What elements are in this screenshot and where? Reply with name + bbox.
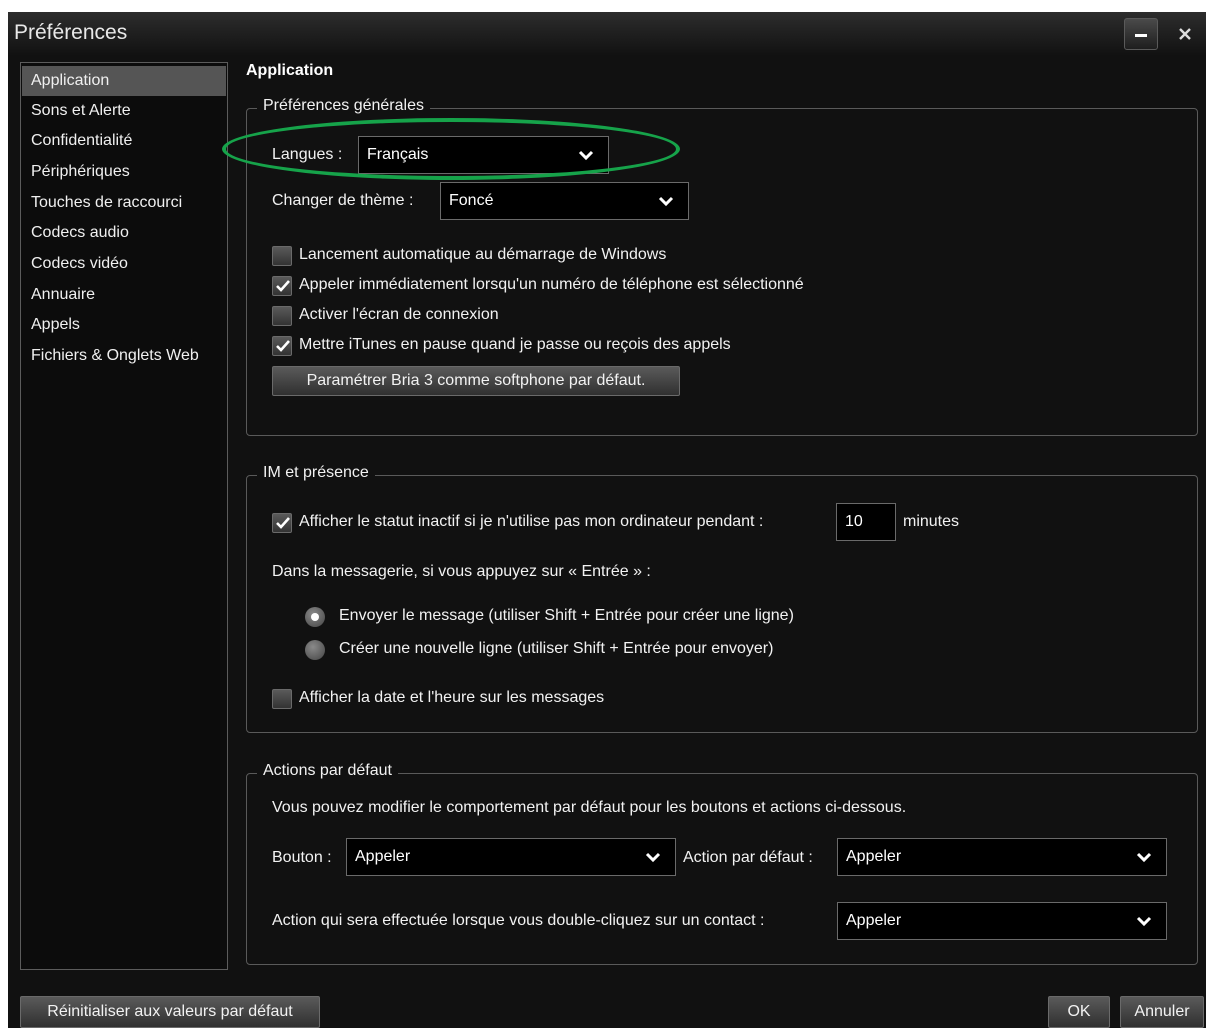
sidebar-item-peripheriques[interactable]: Périphériques	[22, 157, 226, 187]
pause-itunes-checkbox[interactable]	[272, 336, 292, 356]
button-select[interactable]: Appeler	[346, 838, 676, 876]
sidebar-item-codecs-audio[interactable]: Codecs audio	[22, 218, 226, 248]
reset-defaults-button[interactable]: Réinitialiser aux valeurs par défaut	[20, 996, 320, 1028]
show-datetime-label: Afficher la date et l'heure sur les mess…	[299, 689, 605, 706]
set-default-softphone-button[interactable]: Paramétrer Bria 3 comme softphone par dé…	[272, 366, 680, 396]
window-title: Préférences	[14, 21, 128, 44]
cancel-button[interactable]: Annuler	[1120, 996, 1204, 1028]
language-value: Français	[367, 146, 429, 163]
checkmark-icon	[276, 280, 290, 292]
language-label: Langues :	[272, 146, 343, 163]
im-presence-group: IM et présence Afficher le statut inacti…	[246, 464, 1198, 733]
close-button[interactable]	[1168, 18, 1202, 50]
default-action-label: Action par défaut :	[683, 849, 813, 866]
sidebar-item-sons-et-alerte[interactable]: Sons et Alerte	[22, 96, 226, 126]
idle-status-label: Afficher le statut inactif si je n'utili…	[299, 513, 764, 530]
minimize-icon	[1135, 34, 1147, 37]
close-icon	[1179, 28, 1191, 40]
idle-status-checkbox[interactable]	[272, 513, 292, 533]
button-value: Appeler	[355, 848, 411, 865]
general-preferences-group: Préférences générales Langues : Français…	[246, 97, 1198, 436]
theme-value: Foncé	[449, 192, 494, 209]
actions-description: Vous pouvez modifier le comportement par…	[272, 799, 907, 816]
sidebar-item-application[interactable]: Application	[22, 66, 226, 96]
group-legend: Préférences générales	[257, 97, 430, 115]
new-line-label: Créer une nouvelle ligne (utiliser Shift…	[339, 640, 774, 657]
default-action-value: Appeler	[846, 848, 902, 865]
send-message-label: Envoyer le message (utiliser Shift + Ent…	[339, 607, 794, 624]
login-screen-checkbox[interactable]	[272, 306, 292, 326]
checkmark-icon	[276, 517, 290, 529]
checkmark-icon	[276, 340, 290, 352]
theme-label: Changer de thème :	[272, 192, 414, 209]
sidebar-item-annuaire[interactable]: Annuaire	[22, 280, 226, 310]
login-screen-label: Activer l'écran de connexion	[299, 306, 499, 323]
chevron-down-icon	[645, 852, 661, 863]
title-bar[interactable]: Préférences	[8, 12, 1206, 56]
minimize-button[interactable]	[1124, 18, 1158, 50]
dblclick-action-label: Action qui sera effectuée lorsque vous d…	[272, 912, 765, 929]
sidebar-nav: Application Sons et Alerte Confidentiali…	[20, 62, 228, 970]
preferences-window: Préférences Application Sons et Alerte C…	[8, 12, 1206, 1028]
sidebar-item-appels[interactable]: Appels	[22, 310, 226, 340]
default-actions-group: Actions par défaut Vous pouvez modifier …	[246, 762, 1198, 965]
content-panel: Application Préférences générales Langue…	[238, 56, 1206, 976]
pause-itunes-label: Mettre iTunes en pause quand je passe ou…	[299, 336, 731, 353]
dblclick-action-select[interactable]: Appeler	[837, 902, 1167, 940]
sidebar-item-confidentialite[interactable]: Confidentialité	[22, 126, 226, 156]
sidebar-item-fichiers-onglets-web[interactable]: Fichiers & Onglets Web	[22, 341, 226, 371]
idle-minutes-input[interactable]: 10	[836, 503, 896, 541]
sidebar-item-touches-de-raccourci[interactable]: Touches de raccourci	[22, 188, 226, 218]
ok-button[interactable]: OK	[1048, 996, 1110, 1028]
minutes-label: minutes	[903, 513, 960, 530]
default-action-select[interactable]: Appeler	[837, 838, 1167, 876]
dblclick-action-value: Appeler	[846, 912, 902, 929]
send-message-radio[interactable]	[305, 607, 325, 627]
enter-key-label: Dans la messagerie, si vous appuyez sur …	[272, 563, 651, 580]
new-line-radio[interactable]	[305, 640, 325, 660]
group-legend: Actions par défaut	[257, 762, 398, 780]
group-legend: IM et présence	[257, 464, 375, 482]
sidebar-item-codecs-video[interactable]: Codecs vidéo	[22, 249, 226, 279]
chevron-down-icon	[1136, 852, 1152, 863]
show-datetime-checkbox[interactable]	[272, 689, 292, 709]
button-label: Bouton :	[272, 849, 332, 866]
autostart-label: Lancement automatique au démarrage de Wi…	[299, 246, 667, 263]
page-title: Application	[246, 62, 334, 79]
autostart-checkbox[interactable]	[272, 246, 292, 266]
call-on-select-checkbox[interactable]	[272, 276, 292, 296]
chevron-down-icon	[578, 150, 594, 161]
theme-select[interactable]: Foncé	[440, 182, 689, 220]
radio-dot	[311, 613, 319, 621]
call-on-select-label: Appeler immédiatement lorsqu'un numéro d…	[299, 276, 804, 293]
chevron-down-icon	[658, 196, 674, 207]
chevron-down-icon	[1136, 916, 1152, 927]
language-select[interactable]: Français	[358, 136, 609, 174]
